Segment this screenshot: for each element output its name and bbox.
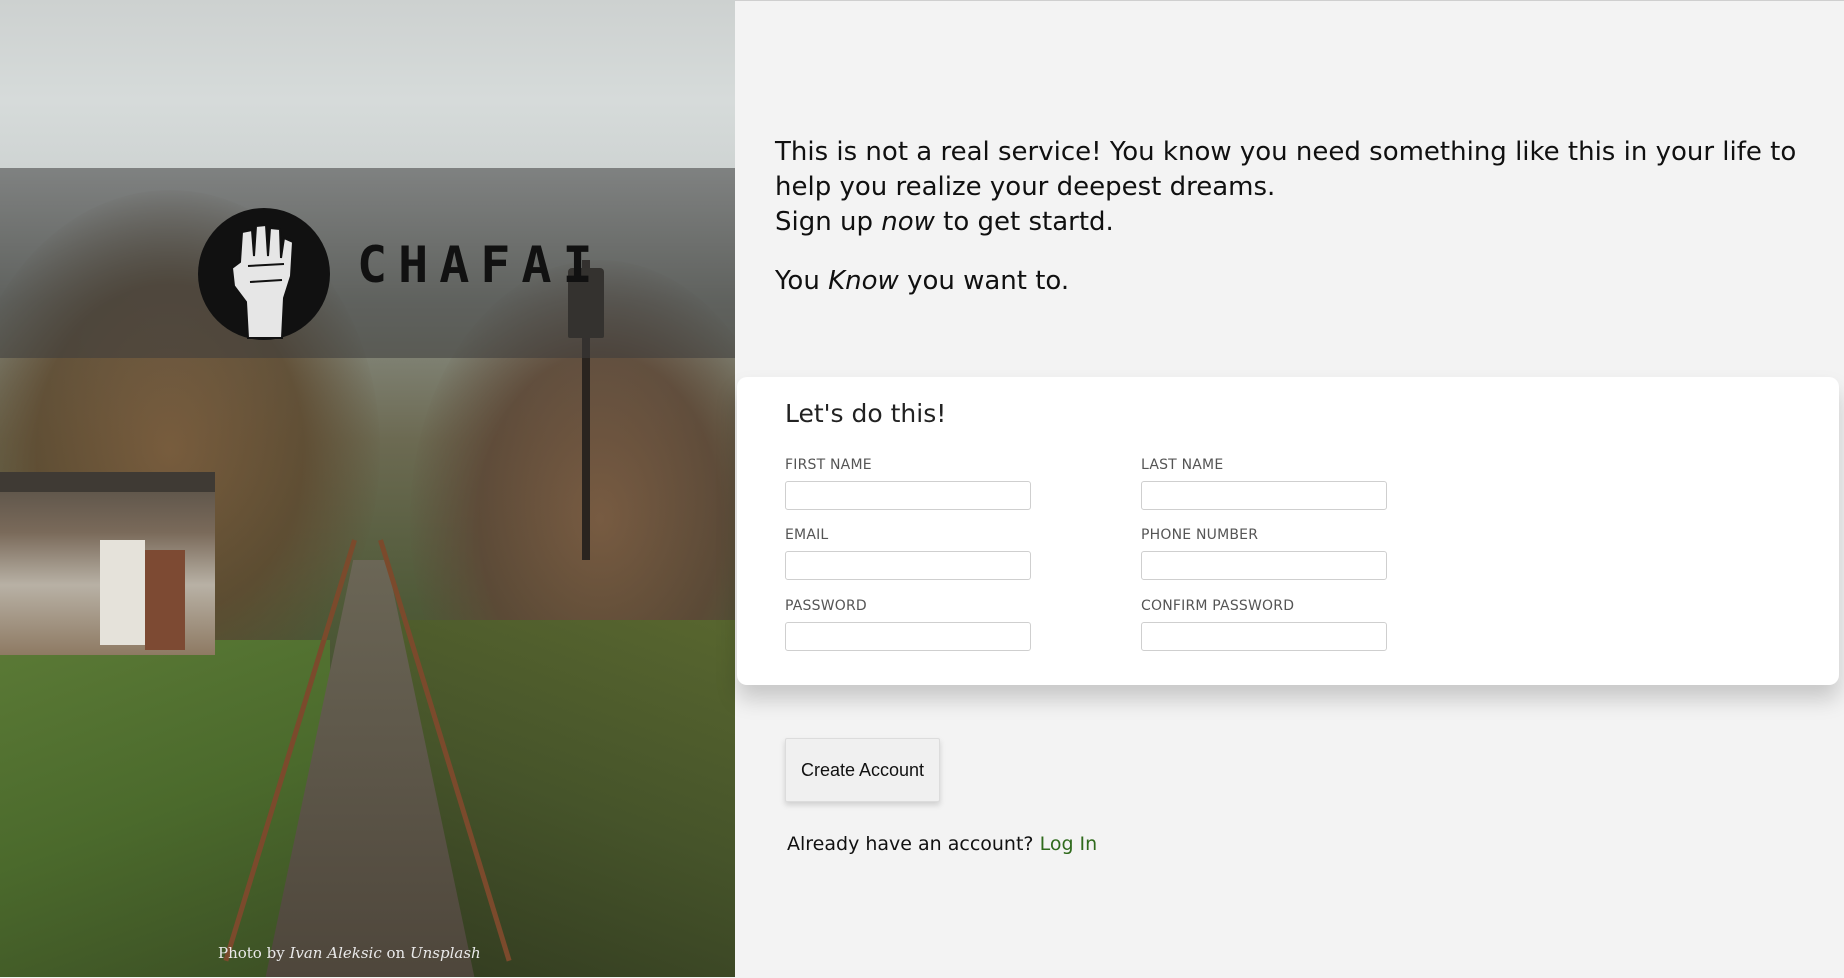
first-name-input[interactable] — [785, 481, 1031, 510]
password-label: PASSWORD — [785, 598, 867, 614]
password-field: PASSWORD — [785, 598, 1031, 651]
last-name-input[interactable] — [1141, 481, 1387, 510]
email-field: EMAIL — [785, 527, 1031, 580]
intro-text: This is not a real service! You know you… — [775, 135, 1835, 299]
email-label: EMAIL — [785, 527, 829, 543]
shed-roof — [0, 472, 215, 492]
first-name-field: FIRST NAME — [785, 457, 1031, 510]
last-name-field: LAST NAME — [1141, 457, 1387, 510]
photo-credit: Photo by Ivan Aleksic on Unsplash — [218, 944, 481, 962]
confirm-password-label: CONFIRM PASSWORD — [1141, 598, 1295, 614]
hero-sky — [0, 0, 735, 168]
hero-shed — [0, 472, 215, 655]
email-input[interactable] — [785, 551, 1031, 580]
intro-line-1: This is not a real service! You know you… — [775, 137, 1797, 202]
raised-fist-icon — [198, 208, 330, 340]
intro-line-3-after: you want to. — [907, 266, 1070, 296]
shed-door — [145, 550, 185, 650]
photo-credit-middle: on — [386, 944, 406, 962]
intro-line-2-emphasis: now — [881, 207, 935, 237]
login-prompt-text: Already have an account? — [787, 833, 1034, 855]
signup-panel: This is not a real service! You know you… — [735, 0, 1844, 978]
intro-line-2-after: to get startd. — [943, 207, 1114, 237]
brand-name: CHAFAI — [357, 236, 604, 294]
password-input[interactable] — [785, 622, 1031, 651]
form-title: Let's do this! — [785, 399, 947, 428]
shed-wall — [100, 540, 145, 645]
first-name-label: FIRST NAME — [785, 457, 872, 473]
login-prompt: Already have an account? Log In — [787, 833, 1097, 855]
confirm-password-input[interactable] — [1141, 622, 1387, 651]
confirm-password-field: CONFIRM PASSWORD — [1141, 598, 1387, 651]
intro-line-3: You Know you want to. — [775, 264, 1835, 299]
phone-number-field: PHONE NUMBER — [1141, 527, 1387, 580]
signup-form-card: Let's do this! FIRST NAME LAST NAME EMAI… — [737, 377, 1839, 685]
photo-credit-author[interactable]: Ivan Aleksic — [289, 944, 381, 962]
phone-number-label: PHONE NUMBER — [1141, 527, 1259, 543]
intro-line-2-before: Sign up — [775, 207, 873, 237]
phone-number-input[interactable] — [1141, 551, 1387, 580]
intro-line-3-before: You — [775, 266, 820, 296]
login-link[interactable]: Log In — [1040, 833, 1098, 855]
photo-credit-source[interactable]: Unsplash — [410, 944, 481, 962]
photo-credit-prefix: Photo by — [218, 944, 285, 962]
last-name-label: LAST NAME — [1141, 457, 1224, 473]
intro-line-3-emphasis: Know — [828, 266, 899, 296]
intro-line-2: Sign up now to get startd. — [775, 205, 1835, 240]
create-account-button[interactable]: Create Account — [785, 738, 940, 802]
hero-photo-panel: CHAFAI Photo by Ivan Aleksic on Unsplash — [0, 0, 735, 977]
